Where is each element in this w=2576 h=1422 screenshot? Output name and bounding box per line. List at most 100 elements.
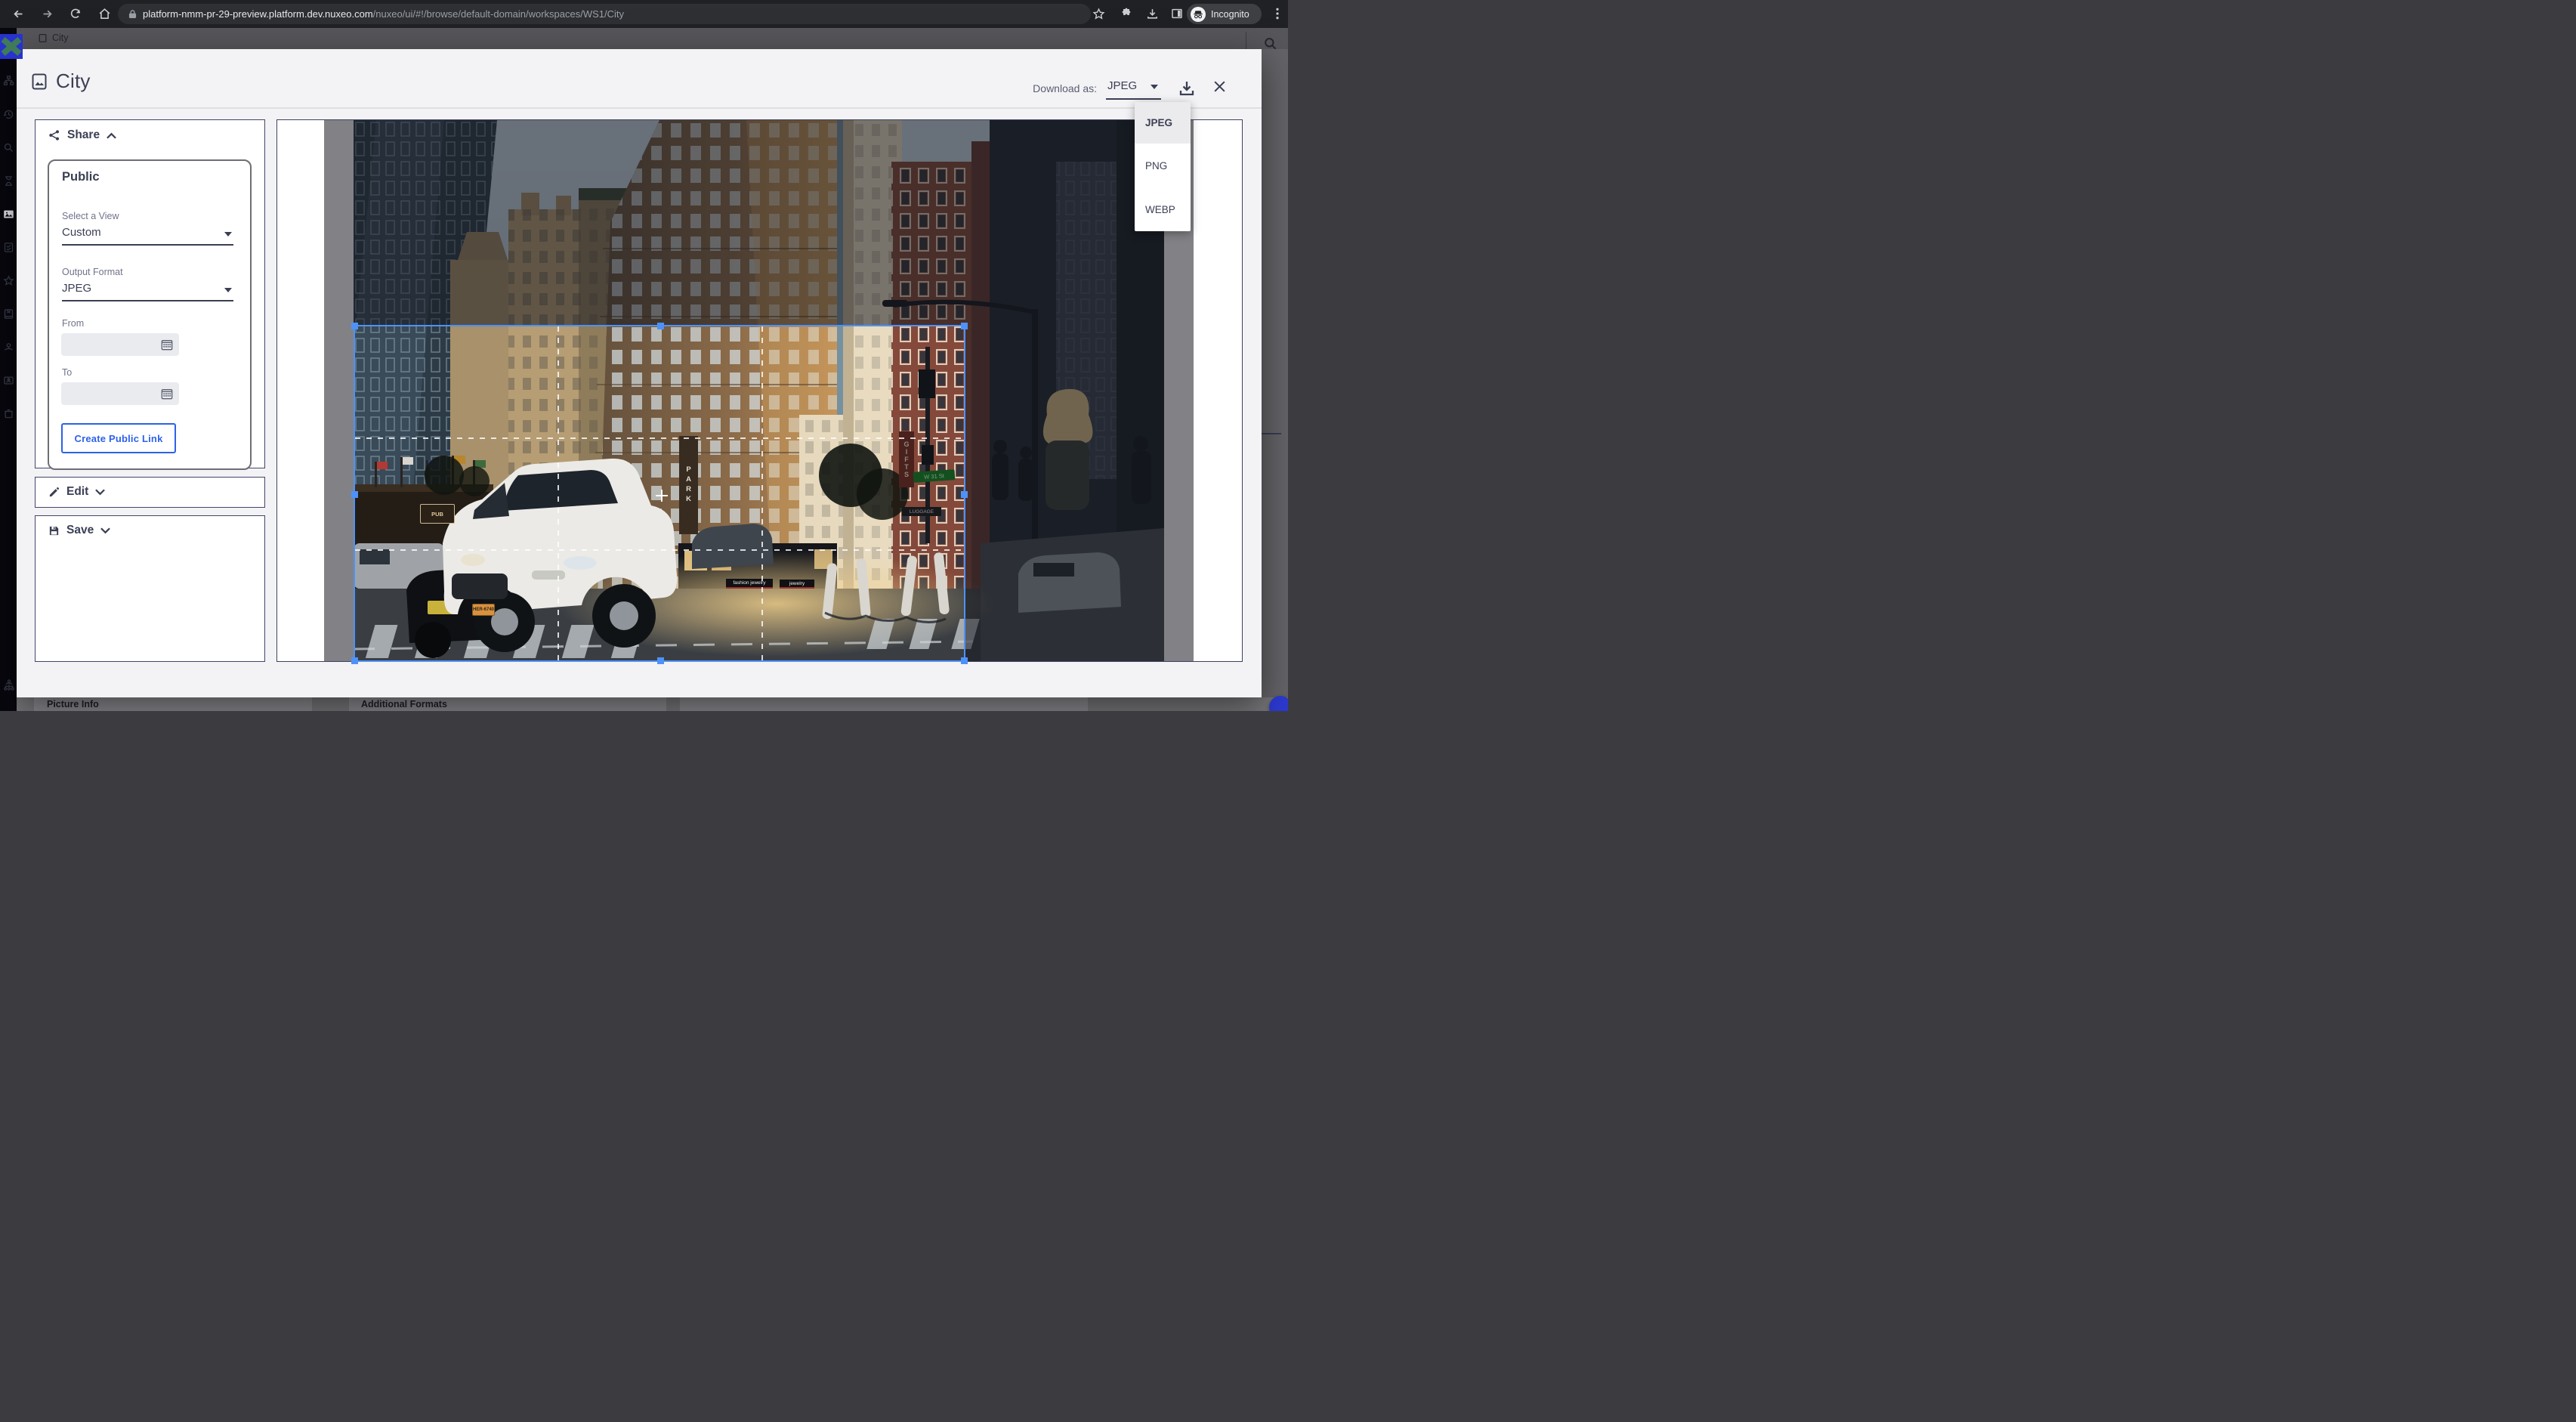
download-as-row: Download as: JPEG — [1033, 79, 1227, 101]
crop-handle-n[interactable] — [657, 323, 664, 329]
edit-section-header[interactable]: Edit — [36, 478, 264, 499]
dimmed-field-underline — [1262, 433, 1281, 434]
chevron-down-icon — [224, 288, 232, 292]
user-settings-gear-icon[interactable] — [3, 710, 14, 711]
create-public-link-button[interactable]: Create Public Link — [61, 423, 176, 453]
favorites-star-icon[interactable] — [3, 275, 14, 286]
download-as-label: Download as: — [1033, 82, 1097, 94]
public-share-card: Public Select a View Custom Output Forma… — [48, 159, 252, 470]
trash-icon-sidebar[interactable] — [3, 408, 14, 419]
edit-panel: Edit — [35, 477, 265, 508]
reload-icon[interactable] — [66, 5, 85, 23]
menu-item-webp[interactable]: WEBP — [1135, 187, 1191, 231]
assets-image-icon[interactable] — [3, 209, 14, 220]
rule-of-thirds-line — [558, 326, 559, 660]
crop-handle-sw[interactable] — [351, 657, 358, 664]
preview-modal: City Download as: JPEG JPEG PNG WEBP — [17, 49, 1262, 697]
modal-header-divider — [17, 107, 1262, 109]
page-right-dimmed — [1262, 28, 1288, 711]
calendar-icon[interactable] — [161, 388, 173, 403]
chevron-down-icon — [100, 527, 110, 534]
rule-of-thirds-line — [355, 549, 964, 551]
browse-tree-icon[interactable] — [3, 75, 14, 86]
share-header-label: Share — [67, 128, 100, 142]
crop-selection-box[interactable] — [354, 325, 965, 662]
address-bar[interactable]: platform-nmm-pr-29-preview.platform.dev.… — [118, 4, 1091, 24]
download-format-value: JPEG — [1107, 79, 1137, 92]
checklist-doc-icon[interactable] — [3, 242, 14, 253]
incognito-icon — [1191, 7, 1206, 22]
nuxeo-logo[interactable] — [0, 34, 23, 59]
public-title: Public — [62, 170, 100, 184]
admin-orgchart-icon[interactable] — [3, 679, 14, 691]
download-format-select[interactable]: JPEG — [1106, 79, 1161, 100]
crop-center-crosshair — [656, 490, 668, 502]
side-panel-icon[interactable] — [1168, 5, 1186, 23]
additional-formats-heading: Additional Formats — [361, 699, 447, 709]
recent-history-icon[interactable] — [3, 109, 14, 120]
menu-item-jpeg[interactable]: JPEG — [1135, 102, 1191, 144]
search-icon-sidebar[interactable] — [3, 142, 14, 153]
close-button[interactable] — [1212, 79, 1227, 97]
incognito-label: Incognito — [1211, 9, 1249, 20]
app-sidebar — [0, 28, 17, 711]
chevron-down-icon — [224, 232, 232, 236]
crop-handle-w[interactable] — [351, 491, 358, 498]
search-icon-page — [1263, 36, 1278, 55]
download-button[interactable] — [1178, 79, 1196, 101]
page-bottom-dimmed: Picture Info Additional Formats — [17, 697, 1288, 711]
share-section-header[interactable]: Share — [36, 120, 264, 142]
pencil-icon — [48, 487, 60, 498]
collections-book-icon[interactable] — [3, 308, 14, 320]
rule-of-thirds-line — [355, 437, 964, 439]
id-card-icon[interactable] — [3, 375, 14, 386]
browser-toolbar: platform-nmm-pr-29-preview.platform.dev.… — [0, 0, 1288, 28]
chevron-up-icon — [107, 132, 116, 139]
picture-info-heading: Picture Info — [47, 699, 99, 709]
extensions-puzzle-icon[interactable] — [1117, 5, 1135, 23]
output-format-value: JPEG — [62, 282, 91, 295]
incognito-badge: Incognito — [1187, 4, 1262, 24]
modal-title: City — [56, 70, 91, 93]
select-view-value: Custom — [62, 226, 101, 239]
output-format-dropdown[interactable]: JPEG — [62, 282, 233, 301]
calendar-icon[interactable] — [161, 338, 173, 354]
crop-handle-nw[interactable] — [351, 323, 358, 329]
chevron-down-icon — [1151, 85, 1158, 89]
share-icon — [48, 129, 60, 141]
forward-icon[interactable] — [38, 5, 56, 23]
downloads-icon[interactable] — [1143, 5, 1161, 23]
browser-menu-kebab-icon[interactable] — [1268, 5, 1286, 23]
chevron-down-icon — [95, 489, 105, 496]
from-label: From — [62, 318, 84, 329]
to-label: To — [62, 367, 72, 378]
image-title-icon — [32, 73, 50, 90]
menu-item-png[interactable]: PNG — [1135, 144, 1191, 187]
home-icon[interactable] — [95, 5, 113, 23]
dimmed-card — [680, 697, 1088, 711]
back-icon[interactable] — [9, 5, 27, 23]
screen: platform-nmm-pr-29-preview.platform.dev.… — [0, 0, 1288, 711]
page-header-dimmed: City — [0, 28, 1288, 49]
save-header-label: Save — [66, 524, 94, 537]
crop-handle-se[interactable] — [961, 657, 968, 664]
save-floppy-icon — [48, 525, 60, 536]
crop-handle-s[interactable] — [657, 657, 664, 664]
document-icon — [38, 33, 48, 43]
output-format-label: Output Format — [62, 267, 123, 277]
save-section-header[interactable]: Save — [36, 516, 264, 537]
tasks-hourglass-icon[interactable] — [3, 175, 14, 187]
crop-handle-ne[interactable] — [961, 323, 968, 329]
bookmark-star-icon[interactable] — [1089, 5, 1107, 23]
profile-person-icon[interactable] — [3, 342, 14, 353]
lock-icon — [128, 9, 137, 19]
save-panel: Save — [35, 515, 265, 662]
edit-header-label: Edit — [66, 485, 88, 499]
rule-of-thirds-line — [761, 326, 763, 660]
select-view-label: Select a View — [62, 211, 119, 221]
breadcrumb: City — [38, 32, 69, 43]
crop-handle-e[interactable] — [961, 491, 968, 498]
download-format-menu: JPEG PNG WEBP — [1135, 102, 1191, 231]
url-text: platform-nmm-pr-29-preview.platform.dev.… — [143, 8, 624, 20]
select-view-dropdown[interactable]: Custom — [62, 226, 233, 246]
